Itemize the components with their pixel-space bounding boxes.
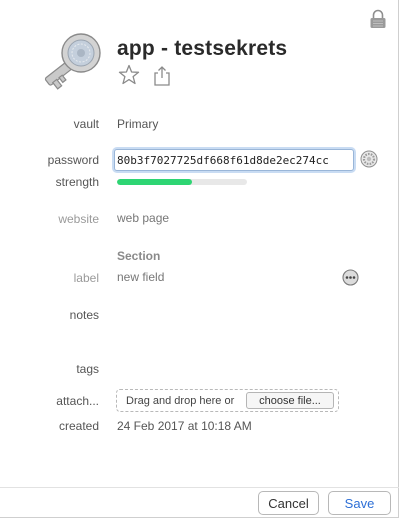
website-label: website — [58, 212, 99, 226]
vault-value[interactable]: Primary — [117, 117, 158, 131]
vault-label: vault — [73, 117, 99, 131]
custom-field-label[interactable]: label — [74, 271, 99, 285]
attachments-label: attach... — [56, 394, 99, 408]
attachment-dropzone[interactable]: Drag and drop here or choose file... — [116, 389, 339, 412]
website-field[interactable]: web page — [117, 211, 169, 225]
star-icon[interactable] — [118, 64, 140, 86]
cancel-button[interactable]: Cancel — [258, 491, 319, 515]
password-generator-icon[interactable] — [360, 150, 378, 168]
choose-file-button[interactable]: choose file... — [246, 392, 334, 409]
password-label: password — [47, 153, 99, 167]
notes-label: notes — [69, 308, 99, 322]
key-icon — [44, 33, 101, 90]
strength-meter — [117, 179, 247, 185]
more-options-icon[interactable] — [342, 269, 359, 286]
custom-field-value[interactable]: new field — [117, 270, 164, 284]
lock-icon[interactable] — [369, 9, 387, 29]
share-icon[interactable] — [152, 65, 172, 87]
item-title[interactable]: app - testsekrets — [117, 37, 287, 61]
tags-label: tags — [76, 362, 99, 376]
created-label: created — [58, 419, 99, 433]
strength-meter-fill — [117, 179, 193, 185]
section-title[interactable]: Section — [117, 249, 160, 263]
password-field[interactable] — [114, 149, 354, 171]
save-button[interactable]: Save — [328, 491, 391, 515]
dropzone-text: Drag and drop here or — [126, 395, 235, 407]
strength-label: strength — [55, 175, 99, 189]
created-value: 24 Feb 2017 at 10:18 AM — [117, 419, 252, 433]
footer-divider — [0, 487, 399, 488]
